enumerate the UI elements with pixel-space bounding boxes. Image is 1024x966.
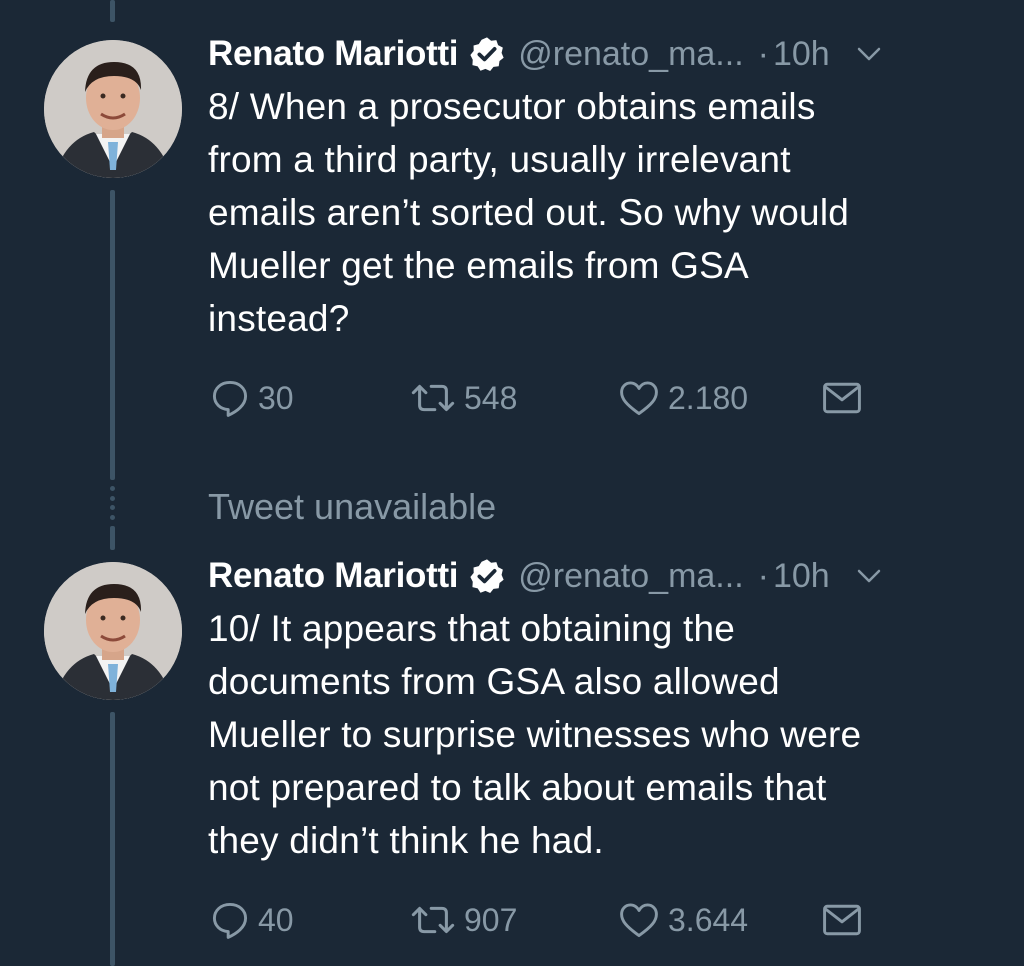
tweet-text: 10/ It appears that obtaining the docume…	[208, 602, 994, 867]
retweet-icon	[411, 906, 455, 934]
tweet-text-line: Mueller get the emails from GSA	[208, 245, 749, 286]
envelope-icon	[823, 382, 861, 414]
like-button[interactable]: 3.644	[616, 898, 748, 942]
verified-badge-icon	[468, 35, 506, 73]
tweet-actions: 30 548 2.180	[208, 376, 888, 420]
like-count: 2.180	[668, 379, 749, 416]
thread-line-mid	[110, 190, 115, 480]
tweet-2[interactable]: Renato Mariotti @renato_ma... · 10h 10/ …	[208, 550, 994, 867]
reply-count: 40	[258, 901, 294, 938]
timestamp[interactable]: 10h	[773, 35, 830, 74]
tweet-text: 8/ When a prosecutor obtains emails from…	[208, 80, 994, 345]
heart-icon	[620, 381, 658, 416]
tweet-1[interactable]: Renato Mariotti @renato_ma... · 10h 8/ W…	[208, 28, 994, 345]
like-button[interactable]: 2.180	[616, 376, 748, 420]
separator: ·	[757, 34, 769, 73]
tweet-unavailable-notice: Tweet unavailable	[208, 486, 497, 527]
chevron-down-icon[interactable]	[854, 39, 884, 69]
tweet-text-line: instead?	[208, 298, 350, 339]
like-count: 3.644	[668, 901, 749, 938]
reply-button[interactable]: 30	[208, 376, 294, 420]
tweet-text-line: 8/ When a prosecutor obtains emails	[208, 86, 816, 127]
tweet-text-line: emails aren’t sorted out. So why would	[208, 192, 850, 233]
avatar[interactable]	[44, 562, 182, 700]
tweet-text-line: they didn’t think he had.	[208, 820, 604, 861]
retweet-button[interactable]: 548	[408, 376, 517, 420]
tweet-text-line: from a third party, usually irrelevant	[208, 139, 791, 180]
thread-line-top	[110, 0, 115, 22]
retweet-count: 548	[464, 379, 518, 416]
tweet-header: Renato Mariotti @renato_ma... · 10h	[208, 550, 994, 602]
direct-message-button[interactable]	[820, 376, 864, 420]
thread-gap-dots	[110, 486, 115, 520]
tweet-text-line: 10/ It appears that obtaining the	[208, 608, 736, 649]
direct-message-button[interactable]	[820, 898, 864, 942]
author-name[interactable]: Renato Mariotti	[208, 34, 459, 74]
separator: ·	[757, 556, 769, 595]
tweet-text-line: Mueller to surprise witnesses who were	[208, 714, 862, 755]
tweet-header: Renato Mariotti @renato_ma... · 10h	[208, 28, 994, 80]
thread-line-lower	[110, 526, 115, 550]
chevron-down-icon[interactable]	[854, 561, 884, 591]
retweet-icon	[411, 384, 455, 412]
heart-icon	[620, 903, 658, 938]
tweet-text-line: not prepared to talk about emails that	[208, 767, 827, 808]
tweet-actions: 40 907 3.644	[208, 898, 888, 942]
avatar[interactable]	[44, 40, 182, 178]
envelope-icon	[823, 904, 861, 936]
retweet-count: 907	[464, 901, 518, 938]
tweet-text-line: documents from GSA also allowed	[208, 661, 780, 702]
verified-badge-icon	[468, 557, 506, 595]
author-name[interactable]: Renato Mariotti	[208, 556, 459, 596]
retweet-button[interactable]: 907	[408, 898, 517, 942]
timestamp[interactable]: 10h	[773, 557, 830, 596]
reply-button[interactable]: 40	[208, 898, 294, 942]
reply-bubble-icon	[212, 380, 248, 417]
author-handle[interactable]: @renato_ma...	[518, 35, 743, 74]
thread-line-bottom	[110, 712, 115, 966]
author-handle[interactable]: @renato_ma...	[518, 557, 743, 596]
reply-bubble-icon	[212, 902, 248, 939]
reply-count: 30	[258, 379, 294, 416]
